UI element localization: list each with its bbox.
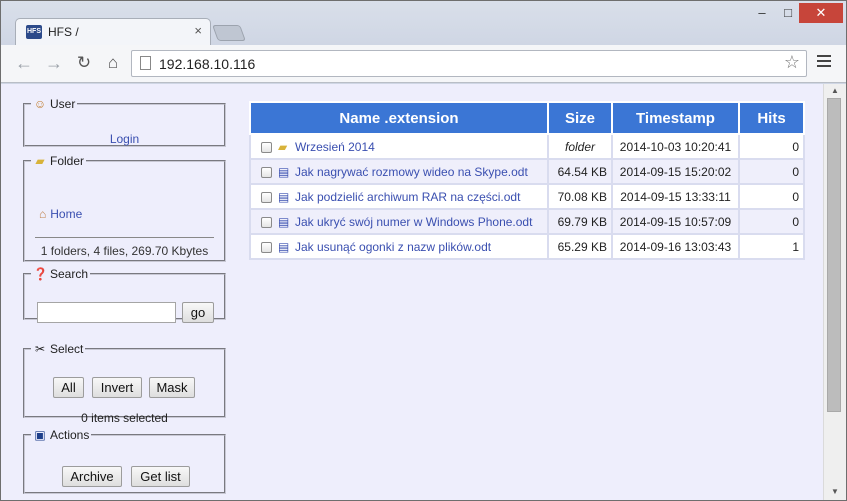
window-close-icon[interactable]: ✕ [799,3,843,23]
name-cell: ▤ Jak usunąć ogonki z nazw plików.odt [249,233,549,260]
reload-icon[interactable]: ↻ [73,52,95,74]
search-input[interactable] [37,302,176,323]
folder-open-icon: ▰ [35,154,45,168]
save-disk-icon: ▣ [34,428,46,442]
file-link[interactable]: Jak nagrywać rozmowy wideo na Skype.odt [295,165,528,179]
timestamp-cell: 2014-09-15 10:57:09 [611,208,740,235]
help-icon: ❓ [33,267,48,281]
column-header-size[interactable]: Size [547,101,613,135]
hits-cell: 0 [738,208,805,235]
hfs-favicon-icon: HFS [26,25,42,39]
size-cell: folder [547,133,613,160]
table-row: ▰ Wrzesień 2014 folder 2014-10-03 10:20:4… [249,133,805,160]
divider [35,237,214,238]
document-icon: ▤ [278,189,290,204]
timestamp-cell: 2014-09-15 13:33:11 [611,183,740,210]
go-button[interactable]: go [182,302,214,323]
row-checkbox[interactable] [261,191,272,203]
vertical-scrollbar[interactable]: ▲ ▼ [823,84,846,500]
column-header-timestamp[interactable]: Timestamp [611,101,740,135]
scissors-icon: ✂ [34,342,46,356]
hits-cell: 1 [738,233,805,260]
home-icon[interactable]: ⌂ [102,52,124,74]
login-link[interactable]: Login [25,132,224,146]
scroll-up-arrow-icon[interactable]: ▲ [824,86,846,95]
selection-status: 0 items selected [81,411,168,425]
timestamp-cell: 2014-09-16 13:03:43 [611,233,740,260]
user-legend: ☺ User [33,97,76,111]
row-checkbox[interactable] [261,141,272,153]
page-icon [140,56,151,70]
forward-arrow-icon[interactable]: → [43,52,65,74]
actions-panel: ▣ Actions Archive Get list [23,428,226,494]
column-header-hits[interactable]: Hits [738,101,805,135]
folder-panel: ▰ Folder ⌂ Home 1 folders, 4 files, 269.70… [23,154,226,262]
column-header-name[interactable]: Name .extension [249,101,549,135]
address-bar[interactable]: 192.168.10.116 ☆ [131,50,807,77]
folder-stats: 1 folders, 4 files, 269.70 Kbytes [40,244,209,258]
address-url[interactable]: 192.168.10.116 [159,56,255,72]
name-cell: ▰ Wrzesień 2014 [249,133,549,160]
size-cell: 69.79 KB [547,208,613,235]
browser-toolbar: ← → ↻ ⌂ 192.168.10.116 ☆ [1,45,846,83]
user-panel: ☺ User Login [23,97,226,147]
menu-icon[interactable] [817,55,831,69]
mask-button[interactable]: Mask [149,377,195,398]
page-content: ☺ User Login ▰ Folder ⌂ Home 1 folders, 4 f… [1,84,823,500]
table-row: ▤ Jak podzielić archiwum RAR na części.od… [249,183,805,210]
tab-close-icon[interactable]: × [194,23,202,38]
folder-icon: ▰ [278,139,288,154]
maximize-icon[interactable]: □ [775,3,801,23]
tab-title: HFS / [48,25,79,39]
browser-tab[interactable]: HFS HFS / × [15,18,211,45]
document-icon: ▤ [278,214,290,229]
file-link[interactable]: Jak podzielić archiwum RAR na części.odt [295,190,520,204]
scrollbar-thumb[interactable] [827,98,841,412]
hits-cell: 0 [738,183,805,210]
scroll-down-arrow-icon[interactable]: ▼ [824,487,846,496]
table-row: ▤ Jak nagrywać rozmowy wideo na Skype.odt… [249,158,805,185]
home-icon: ⌂ [39,207,47,221]
row-checkbox[interactable] [261,241,272,253]
row-checkbox[interactable] [261,166,272,178]
get-list-button[interactable]: Get list [131,466,190,487]
size-cell: 65.29 KB [547,233,613,260]
select-all-button[interactable]: All [53,377,84,398]
size-cell: 70.08 KB [547,183,613,210]
invert-selection-button[interactable]: Invert [92,377,142,398]
folder-legend: ▰ Folder [31,154,86,168]
document-icon: ▤ [278,164,290,179]
hits-cell: 0 [738,133,805,160]
table-header-row: Name .extension Size Timestamp Hits [249,101,805,135]
file-table: Name .extension Size Timestamp Hits ▰ Wrz… [249,101,805,260]
name-cell: ▤ Jak podzielić archiwum RAR na części.od… [249,183,549,210]
search-legend: ❓ Search [33,267,89,281]
document-icon: ▤ [278,239,290,254]
timestamp-cell: 2014-09-15 15:20:02 [611,158,740,185]
actions-legend: ▣ Actions [34,428,90,442]
new-tab-button[interactable] [212,25,246,41]
user-icon: ☺ [33,97,47,111]
file-link[interactable]: Jak ukryć swój numer w Windows Phone.odt [295,215,532,229]
home-link[interactable]: ⌂ Home [39,207,82,221]
file-link[interactable]: Jak usunąć ogonki z nazw plików.odt [295,240,491,254]
browser-window: HFS HFS / × – □ ✕ ← → ↻ ⌂ 192.168.10.116… [0,0,847,501]
timestamp-cell: 2014-10-03 10:20:41 [611,133,740,160]
table-row: ▤ Jak ukryć swój numer w Windows Phone.od… [249,208,805,235]
name-cell: ▤ Jak nagrywać rozmowy wideo na Skype.odt [249,158,549,185]
hits-cell: 0 [738,158,805,185]
size-cell: 64.54 KB [547,158,613,185]
table-row: ▤ Jak usunąć ogonki z nazw plików.odt 65.… [249,233,805,260]
name-cell: ▤ Jak ukryć swój numer w Windows Phone.od… [249,208,549,235]
archive-button[interactable]: Archive [62,466,122,487]
minimize-icon[interactable]: – [749,3,775,23]
tab-strip: HFS HFS / × – □ ✕ [1,1,846,45]
back-arrow-icon[interactable]: ← [13,52,35,74]
select-panel: ✂ Select All Invert Mask 0 items selected [23,342,226,425]
file-link[interactable]: Wrzesień 2014 [295,140,375,154]
select-legend: ✂ Select [34,342,84,356]
search-panel: ❓ Search go [23,267,226,323]
bookmark-star-icon[interactable]: ☆ [784,52,800,73]
row-checkbox[interactable] [261,216,272,228]
